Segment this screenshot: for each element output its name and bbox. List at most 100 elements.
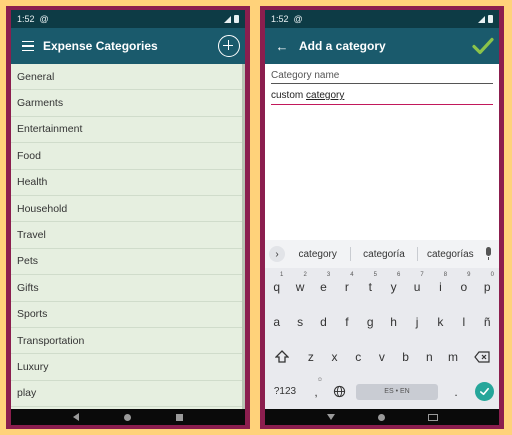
key-label: t: [368, 279, 372, 294]
shift-key[interactable]: [265, 342, 299, 372]
key-g[interactable]: g: [359, 307, 382, 337]
save-check-icon[interactable]: [471, 34, 495, 58]
globe-icon[interactable]: [327, 377, 351, 407]
suggestion-3[interactable]: categorías: [418, 249, 483, 260]
expense-categories-screen: 1:52 @ Expense Categories General Garment…: [11, 10, 245, 425]
category-item[interactable]: Pets: [11, 249, 245, 276]
period-key[interactable]: .: [443, 377, 469, 407]
expand-suggestions-icon[interactable]: ›: [269, 246, 285, 262]
enter-key-wrap: [469, 377, 499, 407]
suggestion-2[interactable]: categoría: [351, 249, 416, 260]
input-text: custom: [271, 90, 307, 101]
key-z[interactable]: z: [299, 342, 323, 372]
key-label: o: [460, 279, 468, 294]
key-hint: 2: [303, 271, 307, 278]
page-title: Expense Categories: [43, 39, 158, 53]
key-hint: 3: [326, 271, 331, 278]
add-category-screen: 1:52 @ ← Add a category Category name cu…: [265, 10, 499, 425]
category-item[interactable]: Gifts: [11, 275, 245, 302]
category-name-label: Category name: [271, 70, 493, 84]
key-m[interactable]: m: [441, 342, 465, 372]
key-n[interactable]: n: [417, 342, 441, 372]
home-nav-icon[interactable]: [377, 413, 385, 421]
symbols-key[interactable]: ?123: [265, 377, 305, 407]
nav-bar: [265, 409, 499, 425]
key-q[interactable]: 1q: [265, 272, 288, 302]
key-c[interactable]: c: [346, 342, 370, 372]
emoji-hint: ☺: [316, 376, 323, 383]
key-h[interactable]: h: [382, 307, 405, 337]
key-s[interactable]: s: [288, 307, 311, 337]
key-hint: 0: [490, 271, 494, 278]
key-hint: 4: [350, 271, 354, 278]
home-nav-icon[interactable]: [123, 413, 131, 421]
category-list: General Garments Entertainment Food Health Ho…: [11, 64, 245, 409]
key-k[interactable]: k: [429, 307, 452, 337]
status-bar: 1:52 @: [265, 10, 499, 28]
suggestion-1[interactable]: category: [285, 249, 350, 260]
recents-nav-icon[interactable]: [175, 413, 183, 421]
key-b[interactable]: b: [394, 342, 418, 372]
key-label: w: [295, 279, 305, 294]
category-item[interactable]: Travel: [11, 222, 245, 249]
key-v[interactable]: v: [370, 342, 394, 372]
key-u[interactable]: 7u: [405, 272, 428, 302]
key-o[interactable]: 9o: [452, 272, 475, 302]
status-bar: 1:52 @: [11, 10, 245, 28]
category-item[interactable]: Health: [11, 170, 245, 196]
category-item[interactable]: play: [11, 381, 245, 408]
phone-right: 1:52 @ ← Add a category Category name cu…: [260, 6, 504, 429]
signal-icon: [478, 15, 485, 23]
key-f[interactable]: f: [335, 307, 358, 337]
key-hint: 6: [397, 271, 401, 278]
enter-key[interactable]: [474, 382, 494, 401]
key-x[interactable]: x: [323, 342, 347, 372]
key-ñ[interactable]: ñ: [476, 307, 499, 337]
key-i[interactable]: 8i: [429, 272, 452, 302]
add-category-button[interactable]: [218, 35, 240, 57]
key-r[interactable]: 4r: [335, 272, 358, 302]
backspace-key[interactable]: [465, 342, 499, 372]
category-item[interactable]: Household: [11, 196, 245, 223]
category-name-input[interactable]: custom category: [271, 90, 493, 105]
category-item[interactable]: Garments: [11, 90, 245, 117]
input-underlined-word: category: [306, 90, 345, 101]
category-item[interactable]: Food: [11, 143, 245, 170]
back-nav-icon[interactable]: [73, 413, 80, 421]
comma-key[interactable]: ☺ ,: [305, 377, 327, 407]
category-item[interactable]: Transportation: [11, 328, 245, 355]
page-title: Add a category: [299, 39, 386, 53]
at-icon: @: [293, 14, 303, 24]
key-e[interactable]: 3e: [312, 272, 335, 302]
category-item[interactable]: Sports: [11, 302, 245, 328]
key-l[interactable]: l: [452, 307, 475, 337]
category-item[interactable]: Entertainment: [11, 117, 245, 144]
key-d[interactable]: d: [312, 307, 335, 337]
menu-icon[interactable]: [13, 28, 43, 64]
key-a[interactable]: a: [265, 307, 288, 337]
suggestion-strip: › category categoría categorías: [265, 240, 499, 268]
category-item[interactable]: General: [11, 64, 245, 91]
category-item[interactable]: Luxury: [11, 354, 245, 381]
key-label: y: [390, 279, 397, 294]
keyboard-switch-icon[interactable]: [427, 413, 438, 421]
key-label: p: [483, 279, 491, 294]
scrollbar[interactable]: [242, 64, 245, 409]
space-key[interactable]: ES • EN: [356, 383, 438, 400]
key-hint: 9: [467, 271, 471, 278]
category-form: Category name custom category: [265, 64, 499, 240]
key-label: q: [273, 279, 281, 294]
key-y[interactable]: 6y: [382, 272, 405, 302]
key-p[interactable]: 0p: [476, 272, 499, 302]
space-key-wrap: ES • EN: [351, 377, 443, 407]
key-w[interactable]: 2w: [288, 272, 311, 302]
app-bar: ← Add a category: [265, 28, 499, 64]
hide-keyboard-icon[interactable]: [326, 414, 335, 420]
back-arrow-icon[interactable]: ←: [265, 28, 299, 64]
key-j[interactable]: j: [405, 307, 428, 337]
battery-icon: [234, 15, 239, 23]
mic-icon[interactable]: [483, 246, 495, 262]
battery-icon: [488, 15, 493, 23]
key-t[interactable]: 5t: [359, 272, 382, 302]
status-time: 1:52: [17, 14, 35, 24]
